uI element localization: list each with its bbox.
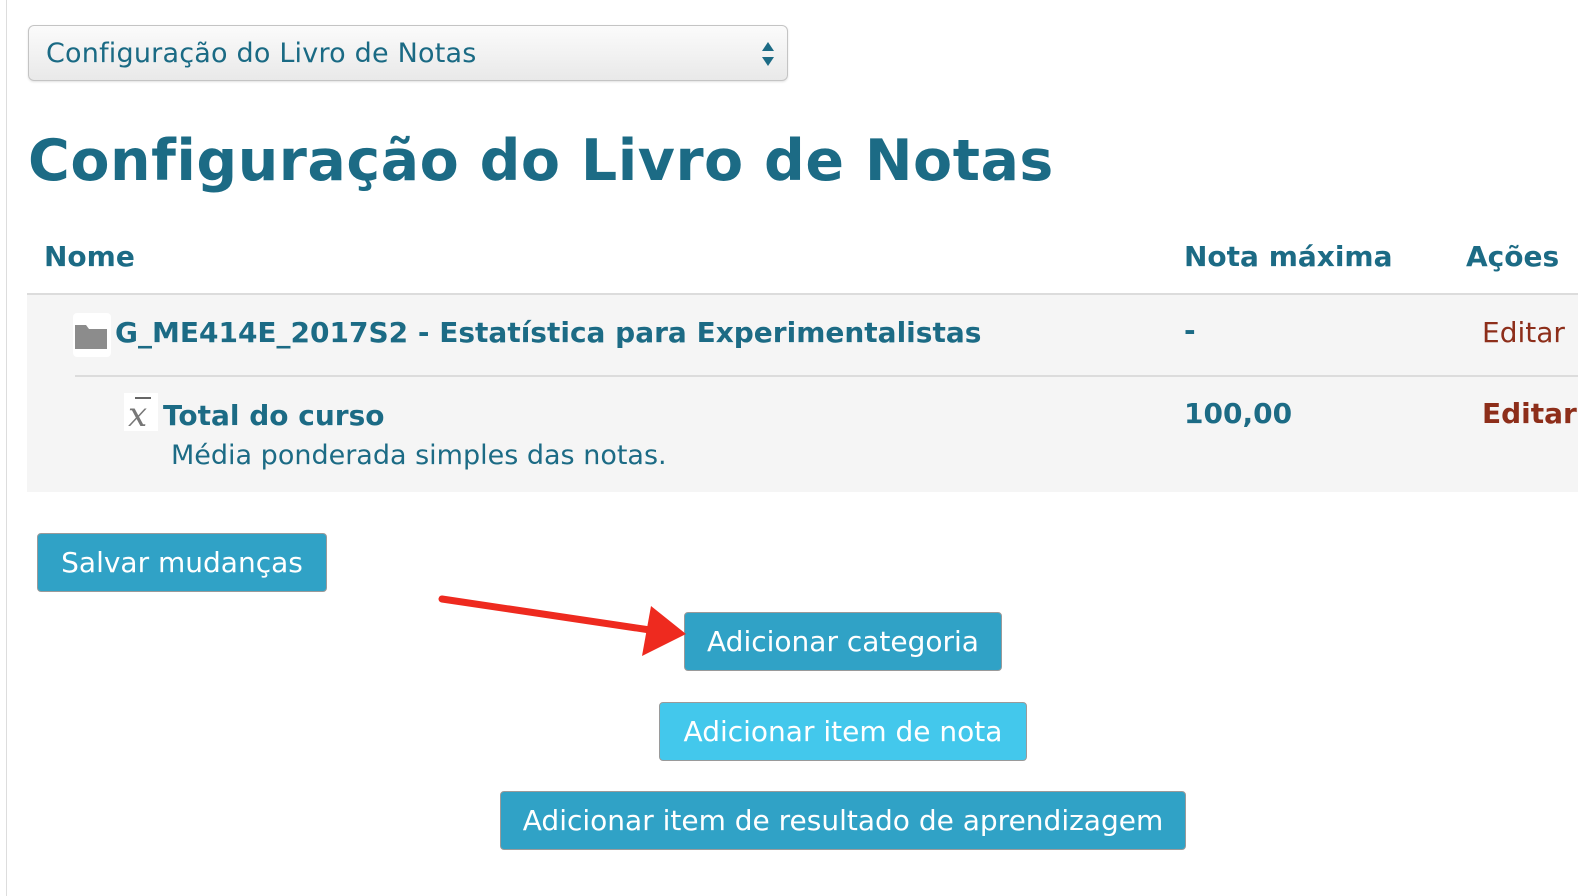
course-total-description: Média ponderada simples das notas. [171,440,667,471]
svg-text:x: x [128,395,147,431]
course-total-max-grade: 100,00 [1184,397,1293,430]
row-divider [75,375,1578,377]
save-changes-button[interactable]: Salvar mudanças [37,533,327,592]
folder-icon [73,313,111,357]
column-header-name: Nome [44,240,135,273]
category-max-grade: - [1184,314,1196,347]
course-total-name: Total do curso [163,399,385,432]
up-down-arrows-icon [762,42,774,66]
add-grade-item-button[interactable]: Adicionar item de nota [659,702,1027,761]
column-header-actions: Ações [1466,240,1560,273]
category-edit-link[interactable]: Editar [1482,316,1565,349]
course-total-edit-link[interactable]: Editar [1482,397,1577,430]
left-border [6,0,7,896]
mean-xbar-icon: x [124,393,158,431]
column-header-max-grade: Nota máxima [1184,240,1393,273]
select-value: Configuração do Livro de Notas [46,38,477,69]
gradebook-view-select[interactable]: Configuração do Livro de Notas [28,25,788,81]
add-outcome-item-button[interactable]: Adicionar item de resultado de aprendiza… [500,791,1186,850]
category-name: G_ME414E_2017S2 - Estatística para Exper… [115,316,982,349]
page-title: Configuração do Livro de Notas [28,128,1054,194]
add-category-button[interactable]: Adicionar categoria [684,612,1002,671]
